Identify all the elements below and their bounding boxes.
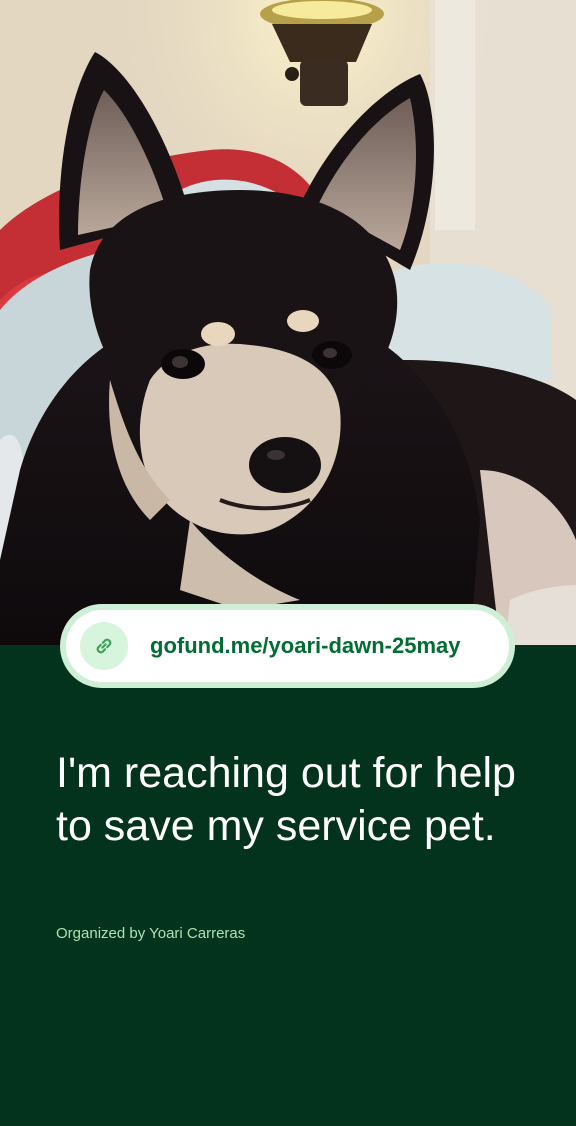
fundraiser-share-card: gofund.me/yoari-dawn-25may I'm reaching … (0, 0, 576, 1126)
fundraiser-url[interactable]: gofund.me/yoari-dawn-25may (150, 633, 461, 659)
dog-photo-illustration (0, 0, 576, 645)
campaign-headline: I'm reaching out for help to save my ser… (56, 749, 516, 850)
link-icon (80, 622, 128, 670)
campaign-panel (0, 645, 576, 1126)
fundraiser-link[interactable]: gofund.me/yoari-dawn-25may (60, 604, 515, 688)
dog-photo (0, 0, 576, 645)
organizer-label: Organized by Yoari Carreras (56, 925, 246, 942)
